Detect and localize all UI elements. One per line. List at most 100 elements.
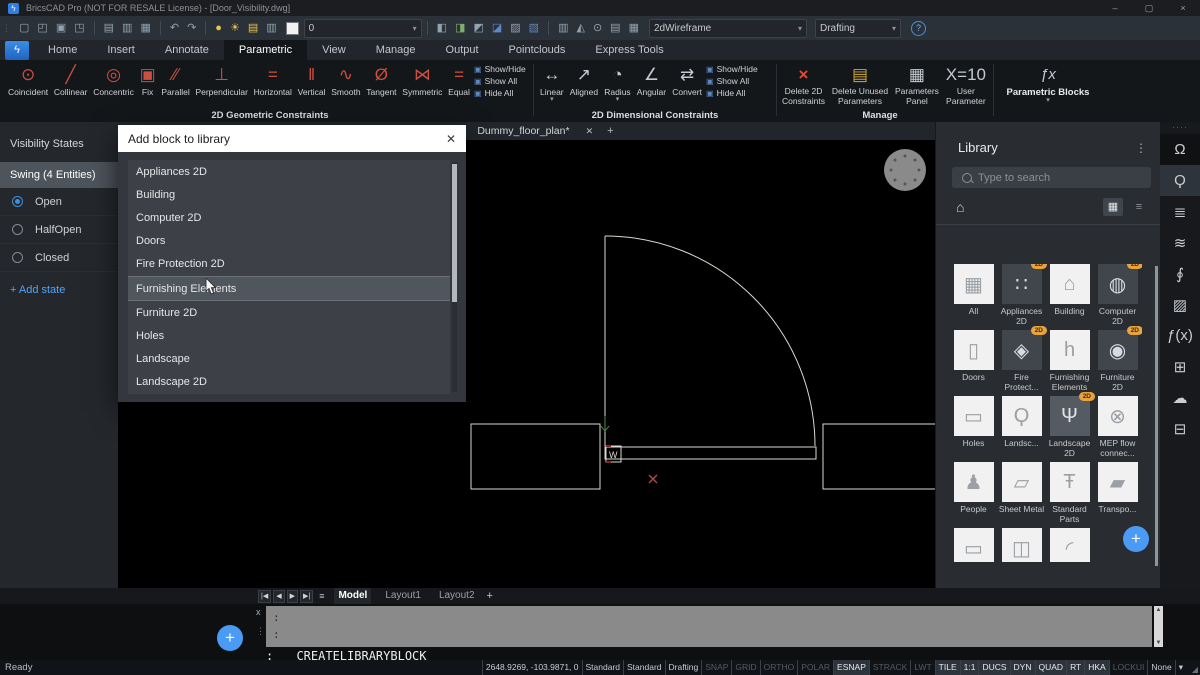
dimensional-constraint-button[interactable]: ⇄ Convert <box>672 63 702 103</box>
status-field[interactable]: LWT <box>910 660 934 675</box>
tab-nav-arrow[interactable]: ▶ <box>287 590 298 603</box>
layers-icon[interactable]: ≋ <box>1160 227 1200 258</box>
library-item[interactable]: ◍ 2D Computer 2D <box>1094 264 1141 330</box>
library-item[interactable]: Ŧ Standard Parts <box>1046 462 1093 528</box>
dialog-close-icon[interactable]: ✕ <box>446 132 456 146</box>
publish-icon[interactable]: ▥ <box>118 22 136 34</box>
layer-dropdown[interactable]: 0 ▾ <box>304 19 422 38</box>
status-field[interactable]: DYN <box>1010 660 1035 675</box>
geometric-constraint-button[interactable]: ⊙ Coincident <box>8 63 48 97</box>
status-field[interactable]: RT <box>1066 660 1084 675</box>
ribbon-tab[interactable]: View <box>307 40 361 60</box>
ribbon-tab[interactable]: Express Tools <box>580 40 678 60</box>
hot-air-balloon-library-icon[interactable]: Ϙ <box>1160 165 1200 196</box>
parametric-blocks-button[interactable]: ƒx Parametric Blocks ▾ <box>1000 63 1096 104</box>
strip-drag-handle[interactable]: ···· <box>1160 122 1200 134</box>
library-search-input[interactable]: Type to search <box>952 167 1151 188</box>
redo-icon[interactable]: ↷ <box>183 22 200 34</box>
manage-button[interactable]: ▤ Delete Unused Parameters <box>832 63 888 106</box>
library-item[interactable]: ⌂ Building <box>1046 264 1093 330</box>
new-drawing-icon[interactable]: ▢ <box>15 22 33 34</box>
command-history[interactable]: :: <box>266 606 1152 647</box>
radio-button-icon[interactable] <box>12 224 23 235</box>
constraint-visibility-toggle[interactable]: ▣ Show All <box>474 76 526 86</box>
constraint-visibility-toggle[interactable]: ▣ Hide All <box>474 88 526 98</box>
geometric-constraint-button[interactable]: Ø Tangent <box>366 63 396 97</box>
close-button[interactable]: × <box>1166 0 1200 16</box>
tab-nav-arrow[interactable]: |◀ <box>258 590 271 603</box>
visual-style-dropdown[interactable]: 2dWireframe ▾ <box>649 19 807 38</box>
xref-icon[interactable]: ◩ <box>469 22 487 34</box>
status-field[interactable]: STRACK <box>869 660 910 675</box>
maximize-button[interactable]: ▢ <box>1132 0 1166 16</box>
status-field[interactable]: ORTHO <box>760 660 798 675</box>
dialog-list-item[interactable]: Doors <box>128 230 450 253</box>
status-field[interactable]: HKA <box>1084 660 1108 675</box>
library-item[interactable]: ◫ <box>998 528 1045 562</box>
dialog-scrollbar[interactable] <box>452 162 457 392</box>
tab-nav-arrow[interactable]: ▶| <box>300 590 313 603</box>
status-field[interactable]: SNAP <box>701 660 731 675</box>
parameters-fx-icon[interactable]: ƒ(x) <box>1160 320 1200 351</box>
image-icon[interactable]: ▦ <box>625 22 643 34</box>
library-item[interactable]: ▯ Doors <box>950 330 997 396</box>
library-item[interactable]: ▰ Transpo... <box>1094 462 1141 528</box>
constraint-visibility-toggle[interactable]: ▣ Show/Hide <box>474 64 526 74</box>
geometric-constraint-button[interactable]: ⊥ Perpendicular <box>195 63 247 97</box>
ribbon-tab[interactable]: Home <box>33 40 92 60</box>
dimension-visibility-toggle[interactable]: ▣ Hide All <box>706 88 758 98</box>
settings-icon[interactable]: ⊙ <box>589 22 606 34</box>
layout-tab[interactable]: Model <box>334 588 371 604</box>
ribbon-tab[interactable]: Parametric <box>224 40 307 60</box>
visibility-group-row[interactable]: Swing (4 Entities) <box>0 162 118 188</box>
layer-visibility-icon[interactable]: ● <box>211 22 226 34</box>
document-tab-close-icon[interactable]: ✕ <box>586 126 594 137</box>
layer-freeze-icon[interactable]: ☀ <box>226 22 244 34</box>
help-icon[interactable]: ? <box>911 21 926 36</box>
print-icon[interactable]: ▤ <box>100 22 118 34</box>
library-item[interactable]: h Furnishing Elements <box>1046 330 1093 396</box>
ribbon-tab[interactable]: Pointclouds <box>494 40 581 60</box>
status-field[interactable]: 2648.9269, -103.9871, 0 <box>482 660 582 675</box>
save-as-icon[interactable]: ◳ <box>70 22 88 34</box>
add-layout-icon[interactable]: + <box>487 590 493 602</box>
manage-button[interactable]: × Delete 2D Constraints <box>782 63 825 106</box>
list-view-icon[interactable]: ≡ <box>1129 198 1149 216</box>
ribbon-tab[interactable]: Insert <box>92 40 150 60</box>
minimize-button[interactable]: – <box>1098 0 1132 16</box>
library-item[interactable]: Ϙ Landsc... <box>998 396 1045 462</box>
document-tab[interactable]: Dummy_floor_plan* <box>477 125 569 137</box>
workspace-dropdown[interactable]: Drafting ▾ <box>815 19 901 38</box>
library-item[interactable]: ◈ 2D Fire Protect... <box>998 330 1045 396</box>
floating-add-button[interactable]: + <box>217 625 243 651</box>
dimensional-constraint-button[interactable]: ∠ Angular <box>637 63 666 103</box>
geometric-constraint-button[interactable]: = Equal <box>448 63 470 97</box>
dialog-list-item[interactable]: Landscape <box>128 348 450 371</box>
status-field[interactable]: Standard <box>582 660 624 675</box>
hatch-image-icon[interactable]: ▨ <box>1160 289 1200 320</box>
dialog-list-item[interactable]: Fire Protection 2D <box>128 253 450 276</box>
kebab-menu-icon[interactable]: ⋮ <box>1135 141 1147 155</box>
visibility-state-row[interactable]: HalfOpen <box>0 216 118 244</box>
manage-button[interactable]: X=10 User Parameter <box>946 63 986 106</box>
quick-select-icon[interactable]: ◨ <box>451 22 469 34</box>
geometric-constraint-button[interactable]: = Horizontal <box>254 63 292 97</box>
layout-tab[interactable]: Layout1 <box>381 588 425 604</box>
status-field[interactable]: None <box>1147 660 1174 675</box>
status-field[interactable]: GRID <box>731 660 759 675</box>
attachments-paperclip-icon[interactable]: ∮ <box>1160 258 1200 289</box>
dimensional-constraint-button[interactable]: ↗ Aligned <box>570 63 598 103</box>
library-scrollbar[interactable] <box>1155 266 1158 566</box>
display-grid-icon[interactable]: ▧ <box>525 22 543 34</box>
panel-icon[interactable]: ▥ <box>554 22 572 34</box>
dialog-list-item[interactable]: Furnishing Elements <box>128 276 450 301</box>
toolbar-drag-handle[interactable]: ⋮ <box>2 23 10 34</box>
status-field[interactable]: LOCKUI <box>1109 660 1148 675</box>
library-item[interactable]: ◜ <box>1046 528 1093 562</box>
library-item[interactable]: Ψ 2D Landscape 2D <box>1046 396 1093 462</box>
monitor-icon[interactable]: ◪ <box>488 22 506 34</box>
library-item[interactable]: ▭ Holes <box>950 396 997 462</box>
ribbon-tab[interactable]: Output <box>431 40 494 60</box>
radio-button-icon[interactable] <box>12 196 23 207</box>
status-field[interactable]: TILE <box>935 660 960 675</box>
